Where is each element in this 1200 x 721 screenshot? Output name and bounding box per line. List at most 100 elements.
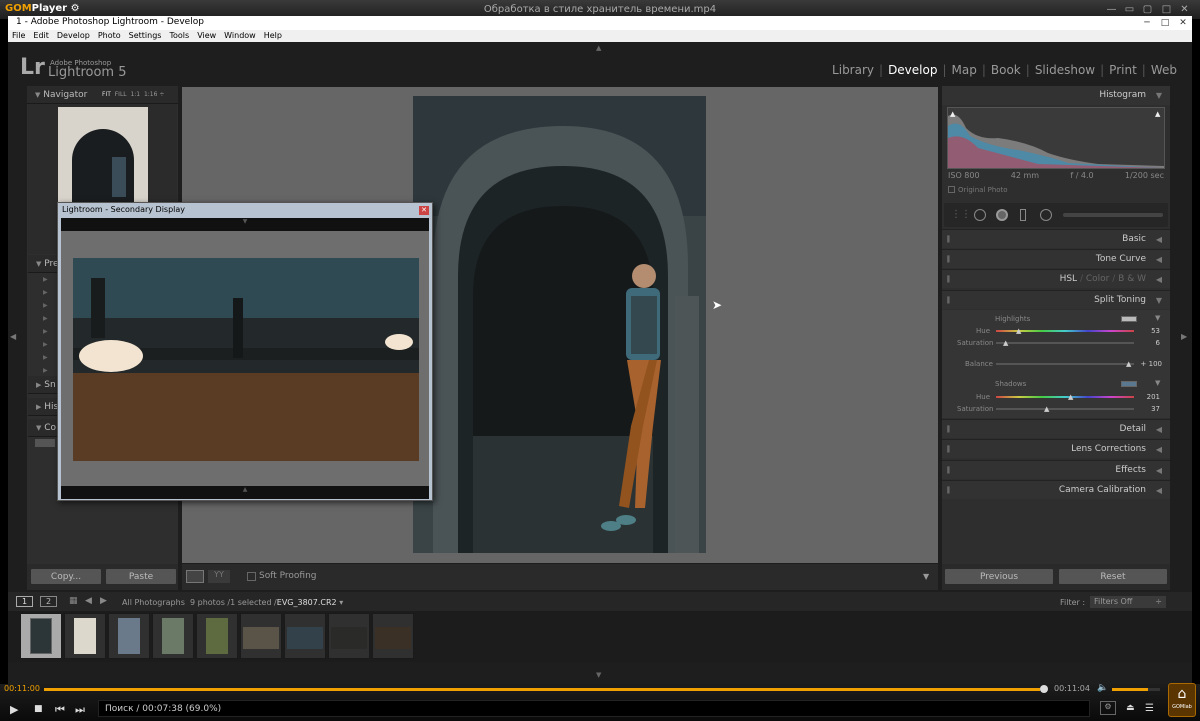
menu-edit[interactable]: Edit — [29, 30, 53, 41]
detail-header[interactable]: ▐ Detail ◀ — [942, 419, 1170, 438]
module-web[interactable]: Web — [1146, 63, 1182, 77]
module-slideshow[interactable]: Slideshow — [1030, 63, 1100, 77]
copy-button[interactable]: Copy... — [30, 568, 102, 585]
compact-icon[interactable]: ▭ — [1123, 3, 1136, 16]
module-develop[interactable]: Develop — [883, 63, 942, 77]
filmstrip-thumb[interactable] — [152, 613, 194, 659]
color-tab[interactable]: Color — [1086, 274, 1110, 284]
module-library[interactable]: Library — [827, 63, 879, 77]
zoom-fit[interactable]: FIT — [102, 91, 111, 98]
play-icon[interactable]: ▶ — [10, 703, 18, 716]
stop-icon[interactable]: ■ — [34, 704, 43, 714]
filmstrip-thumb[interactable] — [196, 613, 238, 659]
highlights-saturation-slider[interactable] — [996, 342, 1134, 344]
menu-tools[interactable]: Tools — [165, 30, 193, 41]
soft-proofing-checkbox[interactable] — [247, 572, 256, 581]
shadow-clipping-icon[interactable]: ▲ — [950, 110, 955, 118]
toolbar-menu-icon[interactable]: ▼ — [923, 572, 929, 581]
lr-maximize-icon[interactable]: □ — [1156, 16, 1174, 30]
adjustment-brush-icon[interactable] — [1063, 213, 1163, 217]
bw-tab[interactable]: B & W — [1118, 274, 1146, 284]
reset-button[interactable]: Reset — [1058, 568, 1168, 585]
back-arrow-icon[interactable]: ◀ — [85, 596, 92, 606]
lr-minimize-icon[interactable]: ─ — [1138, 16, 1156, 30]
basic-header[interactable]: ▐ Basic ◀ — [942, 229, 1170, 248]
crop-tool-icon[interactable]: ⋮⋮ — [951, 209, 971, 220]
main-display-button[interactable]: 1 — [16, 596, 33, 607]
shadows-hue-value[interactable]: 201 — [1140, 393, 1160, 401]
histogram-graph[interactable] — [947, 107, 1165, 169]
menu-view[interactable]: View — [193, 30, 220, 41]
lens-corrections-header[interactable]: ▐ Lens Corrections ◀ — [942, 439, 1170, 458]
restore-icon[interactable]: ▢ — [1141, 3, 1154, 16]
right-panel-toggle-icon[interactable]: ▶ — [1181, 332, 1187, 341]
volume-slider[interactable] — [1112, 688, 1160, 691]
menu-photo[interactable]: Photo — [94, 30, 125, 41]
balance-thumb[interactable]: ▲ — [1126, 360, 1131, 368]
red-eye-icon[interactable] — [996, 209, 1008, 221]
filmstrip-thumb[interactable] — [240, 613, 282, 659]
playlist-icon[interactable]: ☰ — [1145, 703, 1154, 714]
secondary-display-button[interactable]: 2 — [40, 596, 57, 607]
minimize-icon[interactable]: — — [1105, 3, 1118, 16]
shadows-swatch[interactable] — [1121, 381, 1137, 387]
seek-bar[interactable] — [44, 688, 1046, 691]
filmstrip-thumb[interactable] — [20, 613, 62, 659]
highlights-saturation-thumb[interactable]: ▲ — [1003, 339, 1008, 347]
module-print[interactable]: Print — [1104, 63, 1142, 77]
module-map[interactable]: Map — [947, 63, 982, 77]
collection-item[interactable] — [35, 439, 55, 447]
loupe-view-icon[interactable] — [186, 570, 204, 583]
radial-filter-icon[interactable] — [1040, 209, 1052, 221]
filmstrip-thumb[interactable] — [64, 613, 106, 659]
top-panel-toggle-icon[interactable]: ▲ — [596, 44, 601, 52]
original-photo-checkbox[interactable] — [948, 186, 955, 193]
spot-removal-icon[interactable] — [974, 209, 986, 221]
shadows-hue-thumb[interactable]: ▲ — [1068, 393, 1073, 401]
settings-icon[interactable]: ⚙ — [1100, 701, 1116, 715]
module-book[interactable]: Book — [986, 63, 1026, 77]
highlights-hue-thumb[interactable]: ▲ — [1016, 327, 1021, 335]
highlights-hue-value[interactable]: 53 — [1140, 327, 1160, 335]
zoom-1-1[interactable]: 1:1 — [130, 91, 140, 98]
hsl-tab[interactable]: HSL — [1060, 274, 1078, 284]
next-track-icon[interactable]: ⏭ — [75, 703, 85, 717]
filter-select[interactable]: Filters Off ÷ — [1090, 596, 1166, 608]
split-toning-header[interactable]: ▐ Split Toning ▼ — [942, 290, 1170, 309]
filmstrip-thumb[interactable] — [284, 613, 326, 659]
tone-curve-header[interactable]: ▐ Tone Curve ◀ — [942, 249, 1170, 268]
secondary-top-toggle-icon[interactable]: ▼ — [61, 218, 429, 231]
grid-view-icon[interactable]: ▦ — [69, 596, 78, 606]
paste-button[interactable]: Paste — [105, 568, 177, 585]
menu-settings[interactable]: Settings — [125, 30, 166, 41]
bottom-panel-toggle-icon[interactable]: ▼ — [596, 671, 601, 679]
highlights-saturation-value[interactable]: 6 — [1140, 339, 1160, 347]
volume-icon[interactable]: 🔈 — [1097, 683, 1108, 693]
main-photo[interactable] — [413, 96, 706, 553]
previous-track-icon[interactable]: ⏮ — [55, 703, 65, 717]
lr-close-icon[interactable]: ✕ — [1174, 16, 1192, 30]
secondary-photo[interactable] — [73, 258, 419, 461]
shadows-dropdown-icon[interactable]: ▼ — [1155, 379, 1160, 387]
zoom-fill[interactable]: FILL — [115, 91, 127, 98]
before-after-icon[interactable]: YY — [208, 570, 230, 583]
menu-file[interactable]: File — [8, 30, 29, 41]
maximize-icon[interactable]: □ — [1160, 3, 1173, 16]
shadows-hue-slider[interactable] — [996, 396, 1134, 398]
filmstrip-thumb[interactable] — [372, 613, 414, 659]
forward-arrow-icon[interactable]: ▶ — [100, 596, 107, 606]
gomlab-button[interactable]: ⌂ GOMlab — [1168, 683, 1196, 717]
navigator-thumbnail[interactable] — [58, 107, 148, 203]
effects-header[interactable]: ▐ Effects ◀ — [942, 460, 1170, 479]
graduated-filter-icon[interactable] — [1020, 209, 1026, 221]
shadows-saturation-value[interactable]: 37 — [1140, 405, 1160, 413]
eject-icon[interactable]: ⏏ — [1126, 703, 1135, 713]
histogram-header[interactable]: Histogram ▼ — [942, 86, 1170, 105]
balance-value[interactable]: + 100 — [1138, 360, 1162, 368]
left-panel-toggle-icon[interactable]: ◀ — [10, 332, 16, 341]
filename-dropdown-icon[interactable]: ▾ — [339, 598, 343, 607]
camera-calibration-header[interactable]: ▐ Camera Calibration ◀ — [942, 480, 1170, 499]
filmstrip-thumb[interactable] — [108, 613, 150, 659]
secondary-titlebar[interactable]: Lightroom - Secondary Display — [58, 203, 432, 218]
menu-window[interactable]: Window — [220, 30, 260, 41]
